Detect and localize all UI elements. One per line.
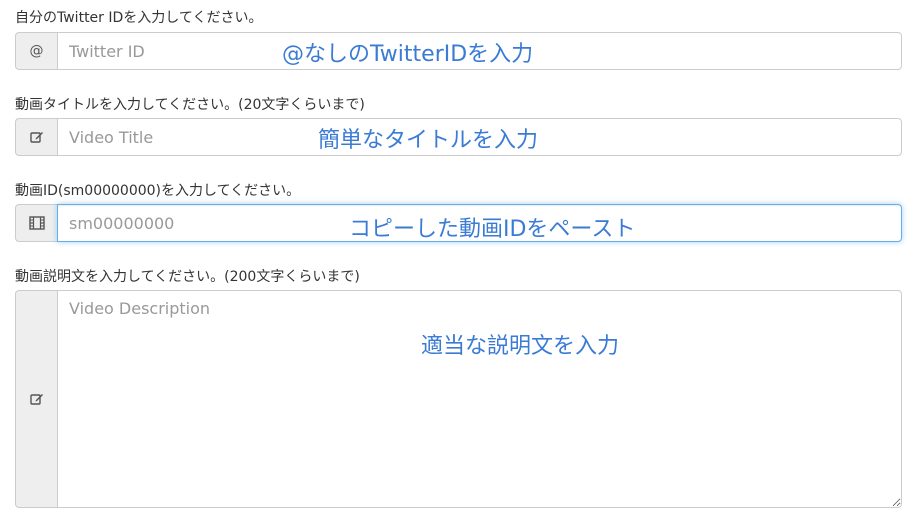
edit-icon: [15, 290, 57, 508]
video-id-input[interactable]: [57, 204, 902, 242]
video-description-label: 動画説明文を入力してください。(200文字くらいまで): [15, 269, 360, 285]
edit-icon: [15, 118, 57, 156]
video-title-input-group: [15, 118, 902, 156]
at-sign-icon: @: [15, 32, 57, 70]
twitter-id-label: 自分のTwitter IDを入力してください。: [15, 10, 263, 26]
twitter-id-input-group: @: [15, 32, 902, 70]
video-title-label: 動画タイトルを入力してください。(20文字くらいまで): [15, 97, 365, 113]
video-description-textarea[interactable]: [57, 290, 902, 508]
twitter-id-input[interactable]: [57, 32, 902, 70]
video-title-input[interactable]: [57, 118, 902, 156]
film-icon: [15, 204, 57, 242]
video-id-label: 動画ID(sm00000000)を入力してください。: [15, 183, 301, 199]
video-id-input-group: [15, 204, 902, 242]
video-description-input-group: [15, 290, 902, 508]
